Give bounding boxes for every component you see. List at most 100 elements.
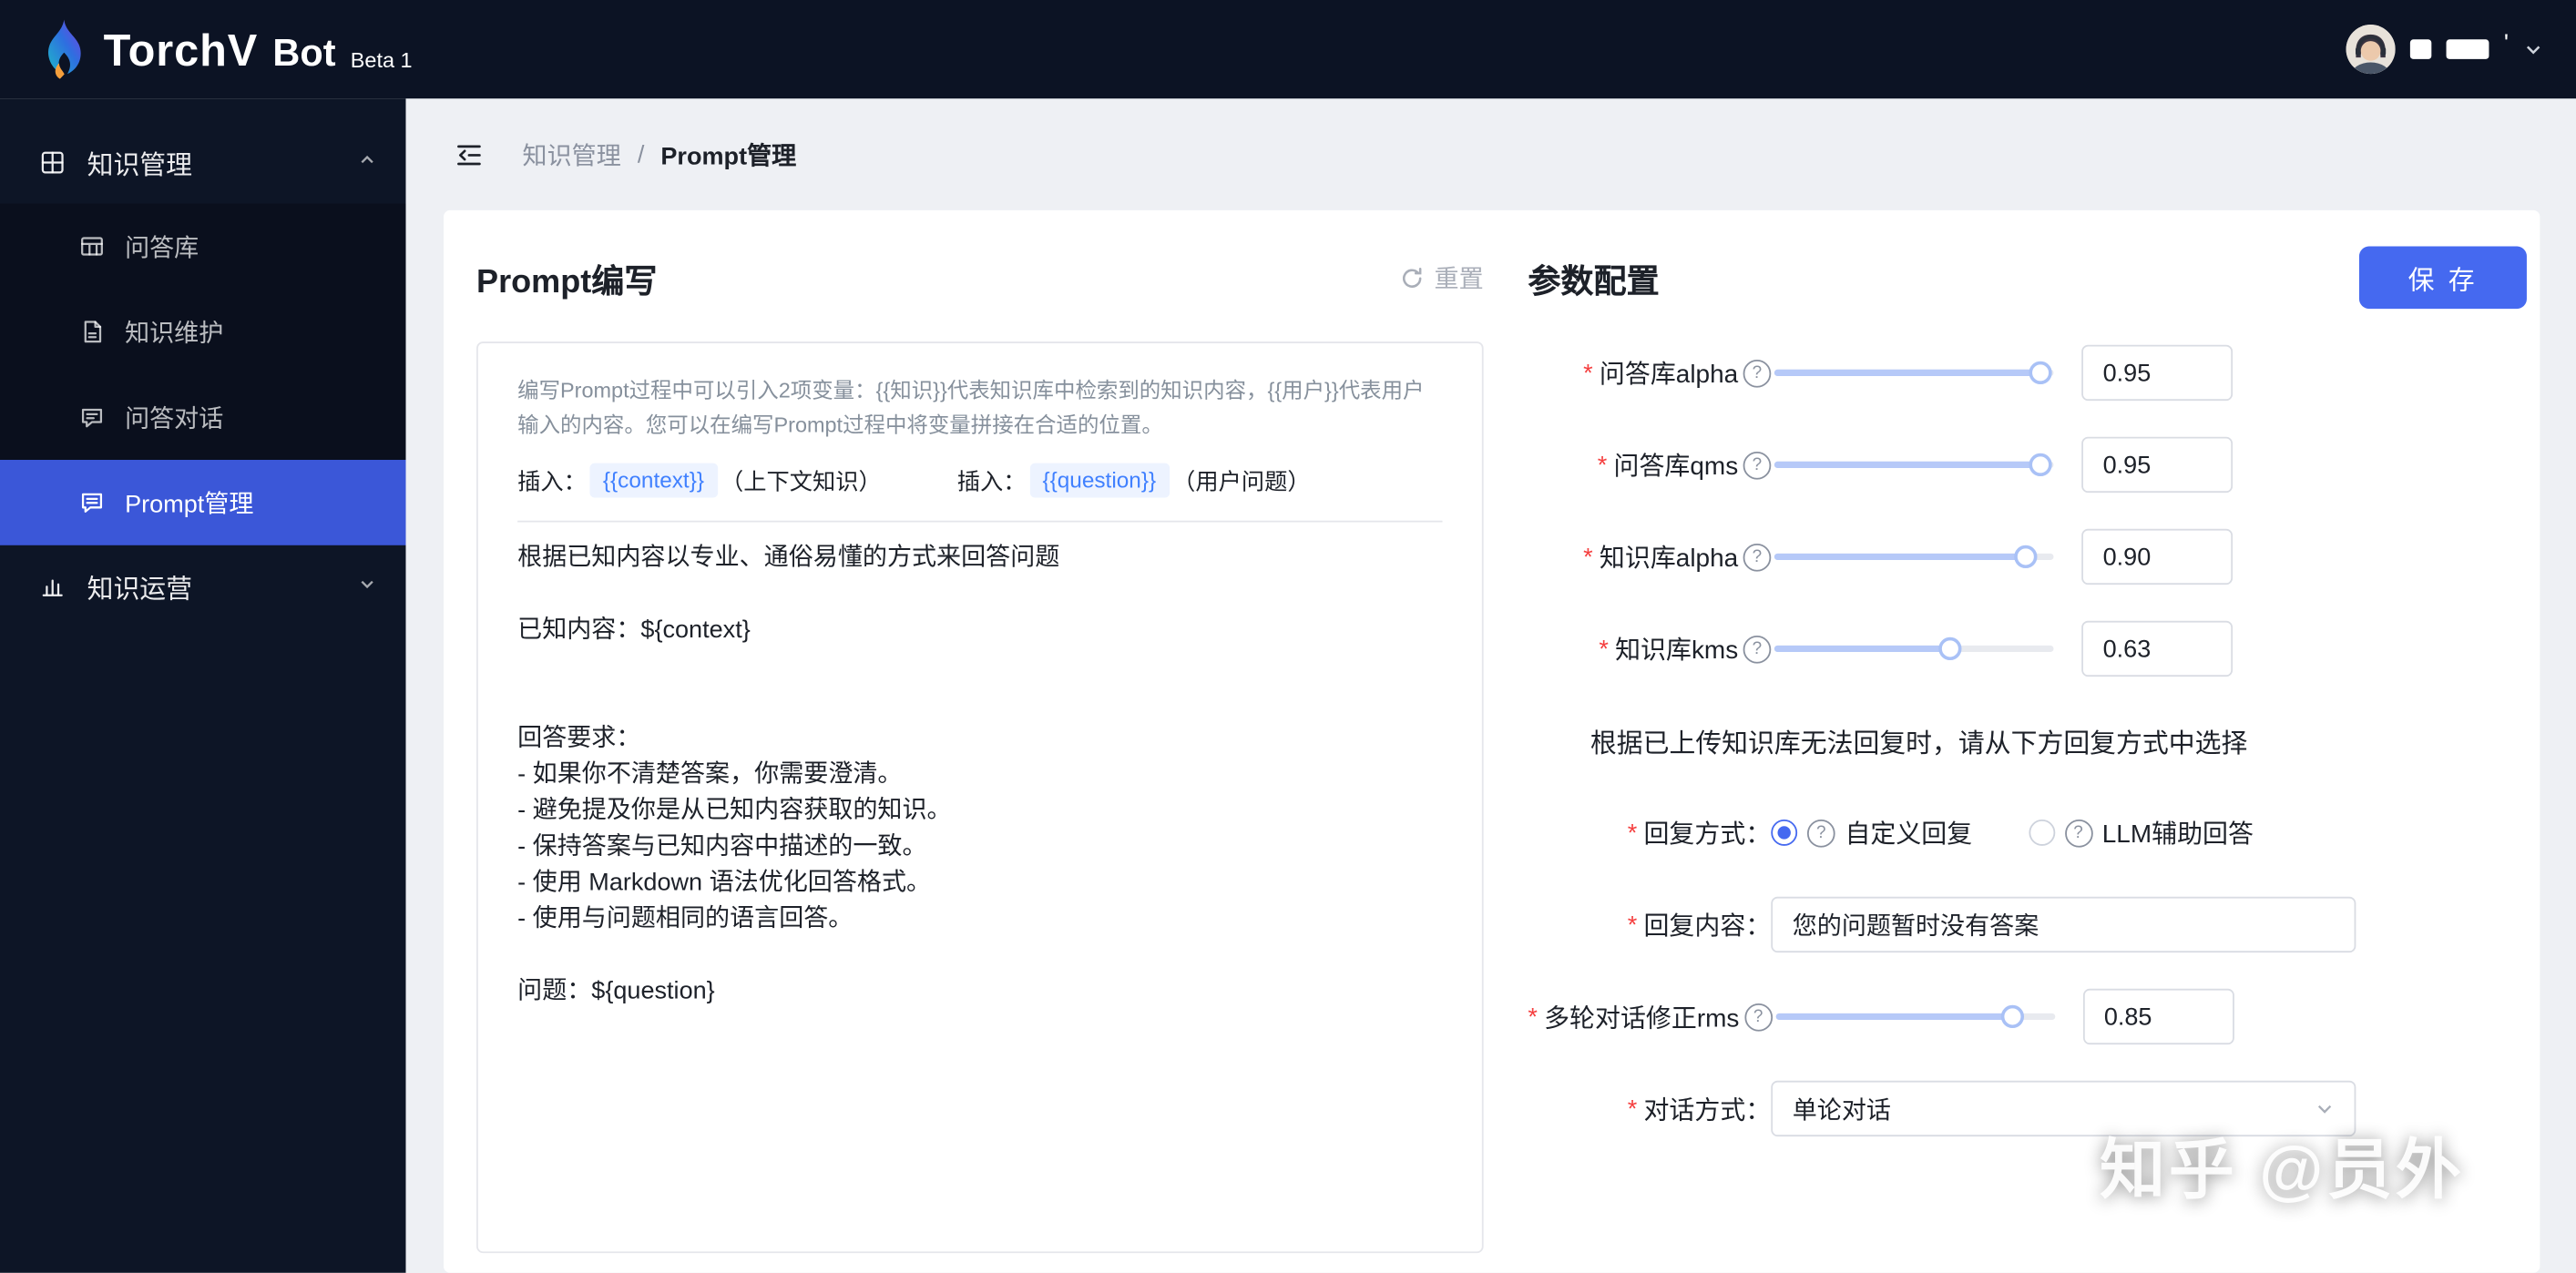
- header-right: ': [2346, 25, 2543, 75]
- slider-row-qa-alpha: * 问答库alpha ?: [1528, 344, 2527, 402]
- sidebar-item-prompt-management[interactable]: Prompt管理: [0, 460, 406, 545]
- prompt-help-text: 编写Prompt过程中可以引入2项变量：{{知识}}代表知识库中检索到的知识内容…: [517, 377, 1425, 437]
- chat-icon: [79, 404, 106, 431]
- reply-mode-row: * 回复方式： ? 自定义回复 ? LLM辅助回答: [1528, 805, 2527, 861]
- header-masked-block: [2410, 39, 2432, 59]
- breadcrumb-level1[interactable]: 知识管理: [523, 137, 621, 172]
- dialog-mode-select[interactable]: 单论对话: [1771, 1080, 2356, 1137]
- chevron-up-icon: [358, 148, 376, 177]
- insert-label: 插入：: [517, 467, 587, 494]
- params-panel-title: 参数配置: [1528, 263, 1660, 300]
- question-variable-desc: （用户问题）: [1172, 467, 1311, 494]
- content-card: Prompt编写 重置 编写Prompt过程中可以引入2项变量：{{知识}}代表…: [443, 209, 2540, 1273]
- chevron-down-icon: [358, 572, 376, 601]
- slider-knob[interactable]: [2001, 1004, 2025, 1029]
- required-mark: *: [1583, 543, 1593, 571]
- help-icon[interactable]: ?: [1743, 359, 1772, 387]
- radio-selected[interactable]: [1771, 819, 1798, 846]
- sidebar-group-label: 知识运营: [87, 576, 193, 605]
- save-button[interactable]: 保 存: [2358, 246, 2527, 310]
- app-header: TorchV Bot Beta 1 ': [0, 0, 2576, 99]
- kb-alpha-value-input[interactable]: [2081, 528, 2234, 586]
- select-chevron-down-icon: [2315, 1099, 2335, 1119]
- brand-name: TorchV: [103, 25, 259, 76]
- breadcrumb-level2: Prompt管理: [660, 142, 797, 170]
- context-variable-tag[interactable]: {{context}}: [589, 463, 718, 498]
- slider-knob[interactable]: [2014, 545, 2038, 569]
- params-panel: 参数配置 保 存 * 问答库alpha ? 0.95 * 问答库qms ? 0.…: [1484, 210, 2540, 1273]
- required-mark: *: [1597, 451, 1608, 479]
- field-label: * 知识库kms ?: [1528, 631, 1772, 667]
- slider-knob[interactable]: [2028, 361, 2051, 385]
- field-label: * 回复方式：: [1627, 819, 1772, 850]
- prompt-textarea[interactable]: 根据已知内容以专业、通俗易懂的方式来回答问题 已知内容：${context} 回…: [517, 540, 1442, 1010]
- radio-option-custom-reply[interactable]: ? 自定义回复: [1771, 815, 1972, 851]
- kb-alpha-slider[interactable]: [1774, 545, 2054, 569]
- prompt-editor-panel: Prompt编写 重置 编写Prompt过程中可以引入2项变量：{{知识}}代表…: [444, 210, 1484, 1273]
- field-label: * 多轮对话修正rms ?: [1528, 999, 1773, 1035]
- header-masked-block: [2446, 39, 2489, 59]
- brand-logo: TorchV Bot Beta 1: [39, 18, 413, 81]
- kb-kms-value-input[interactable]: [2081, 620, 2234, 677]
- qa-qms-slider[interactable]: [1774, 453, 2054, 477]
- context-variable-desc: （上下文知识）: [720, 467, 882, 494]
- required-mark: *: [1528, 1003, 1538, 1031]
- reset-label: 重置: [1434, 265, 1484, 293]
- reset-button[interactable]: 重置: [1400, 260, 1484, 295]
- breadcrumb: 知识管理 / Prompt管理: [444, 98, 2540, 210]
- question-variable-tag[interactable]: {{question}}: [1029, 463, 1170, 498]
- variable-insert-row: 插入： {{context}} （上下文知识） 插入： {{question}}…: [517, 463, 1442, 498]
- help-icon[interactable]: ?: [1743, 1003, 1773, 1031]
- sidebar-item-label: 知识维护: [125, 319, 224, 348]
- app-root: TorchV Bot Beta 1 ' 知识管理 问答库 知识维护 问答对话 P…: [0, 0, 2576, 1273]
- help-icon[interactable]: ?: [1743, 543, 1772, 571]
- sidebar-item-qa-library[interactable]: 问答库: [0, 204, 405, 290]
- multi-turn-value-input[interactable]: [2082, 988, 2234, 1045]
- radio-option-llm-assist[interactable]: ? LLM辅助回答: [2028, 815, 2254, 851]
- qa-alpha-value-input[interactable]: [2081, 344, 2234, 402]
- dialog-mode-row: * 对话方式： 单论对话: [1528, 1080, 2527, 1137]
- sidebar-item-qa-dialogue[interactable]: 问答对话: [0, 374, 405, 460]
- reply-mode-radio-group: ? 自定义回复 ? LLM辅助回答: [1771, 815, 2309, 851]
- sidebar-submenu: 问答库 知识维护 问答对话 Prompt管理: [0, 203, 406, 545]
- required-mark: *: [1627, 1095, 1638, 1123]
- qa-library-icon: [79, 233, 106, 260]
- header-mark: ': [2503, 28, 2510, 57]
- qa-alpha-slider[interactable]: [1774, 361, 2054, 385]
- dialog-mode-value: 单论对话: [1792, 1095, 1891, 1125]
- params-form: * 问答库alpha ? 0.95 * 问答库qms ? 0.95 * 知识库a…: [1528, 344, 2527, 1137]
- help-icon[interactable]: ?: [1806, 819, 1835, 847]
- prompt-editor-box: 编写Prompt过程中可以引入2项变量：{{知识}}代表知识库中检索到的知识内容…: [476, 341, 1484, 1254]
- kb-kms-slider[interactable]: [1774, 636, 2054, 661]
- multi-turn-slider[interactable]: [1775, 1004, 2055, 1029]
- insert-label: 插入：: [956, 467, 1027, 494]
- user-avatar[interactable]: [2346, 25, 2396, 75]
- slider-row-qa-qms: * 问答库qms ?: [1528, 436, 2527, 494]
- sidebar-item-knowledge-maintenance[interactable]: 知识维护: [0, 289, 405, 374]
- slider-fill: [1774, 553, 2026, 561]
- help-icon[interactable]: ?: [1743, 451, 1772, 479]
- qa-qms-value-input[interactable]: [2081, 436, 2234, 494]
- fallback-notice: 根据已上传知识库无法回复时，请从下方回复方式中选择: [1590, 730, 2248, 759]
- slider-fill: [1774, 369, 2040, 377]
- help-icon[interactable]: ?: [1743, 635, 1772, 663]
- prompt-icon: [79, 489, 106, 515]
- slider-knob[interactable]: [2028, 453, 2051, 477]
- required-mark: *: [1627, 911, 1638, 939]
- multi-turn-slider-row: * 多轮对话修正rms ?: [1528, 988, 2527, 1045]
- sidebar-group-knowledge-operations[interactable]: 知识运营: [0, 545, 405, 627]
- field-label: * 问答库alpha ?: [1528, 355, 1772, 392]
- slider-knob[interactable]: [1938, 636, 1962, 661]
- menu-fold-icon[interactable]: [455, 140, 484, 168]
- required-mark: *: [1599, 635, 1609, 663]
- help-icon[interactable]: ?: [2064, 819, 2092, 847]
- sidebar-group-knowledge-management[interactable]: 知识管理: [0, 121, 405, 203]
- field-label: * 对话方式：: [1627, 1095, 1772, 1125]
- slider-fill: [1774, 645, 1951, 653]
- account-chevron-down-icon[interactable]: [2523, 39, 2543, 59]
- chart-icon: [39, 573, 66, 599]
- radio-unselected[interactable]: [2028, 819, 2055, 846]
- reply-content-input[interactable]: [1771, 896, 2356, 953]
- slider-fill: [1775, 1013, 2013, 1021]
- knowledge-management-icon: [39, 149, 66, 176]
